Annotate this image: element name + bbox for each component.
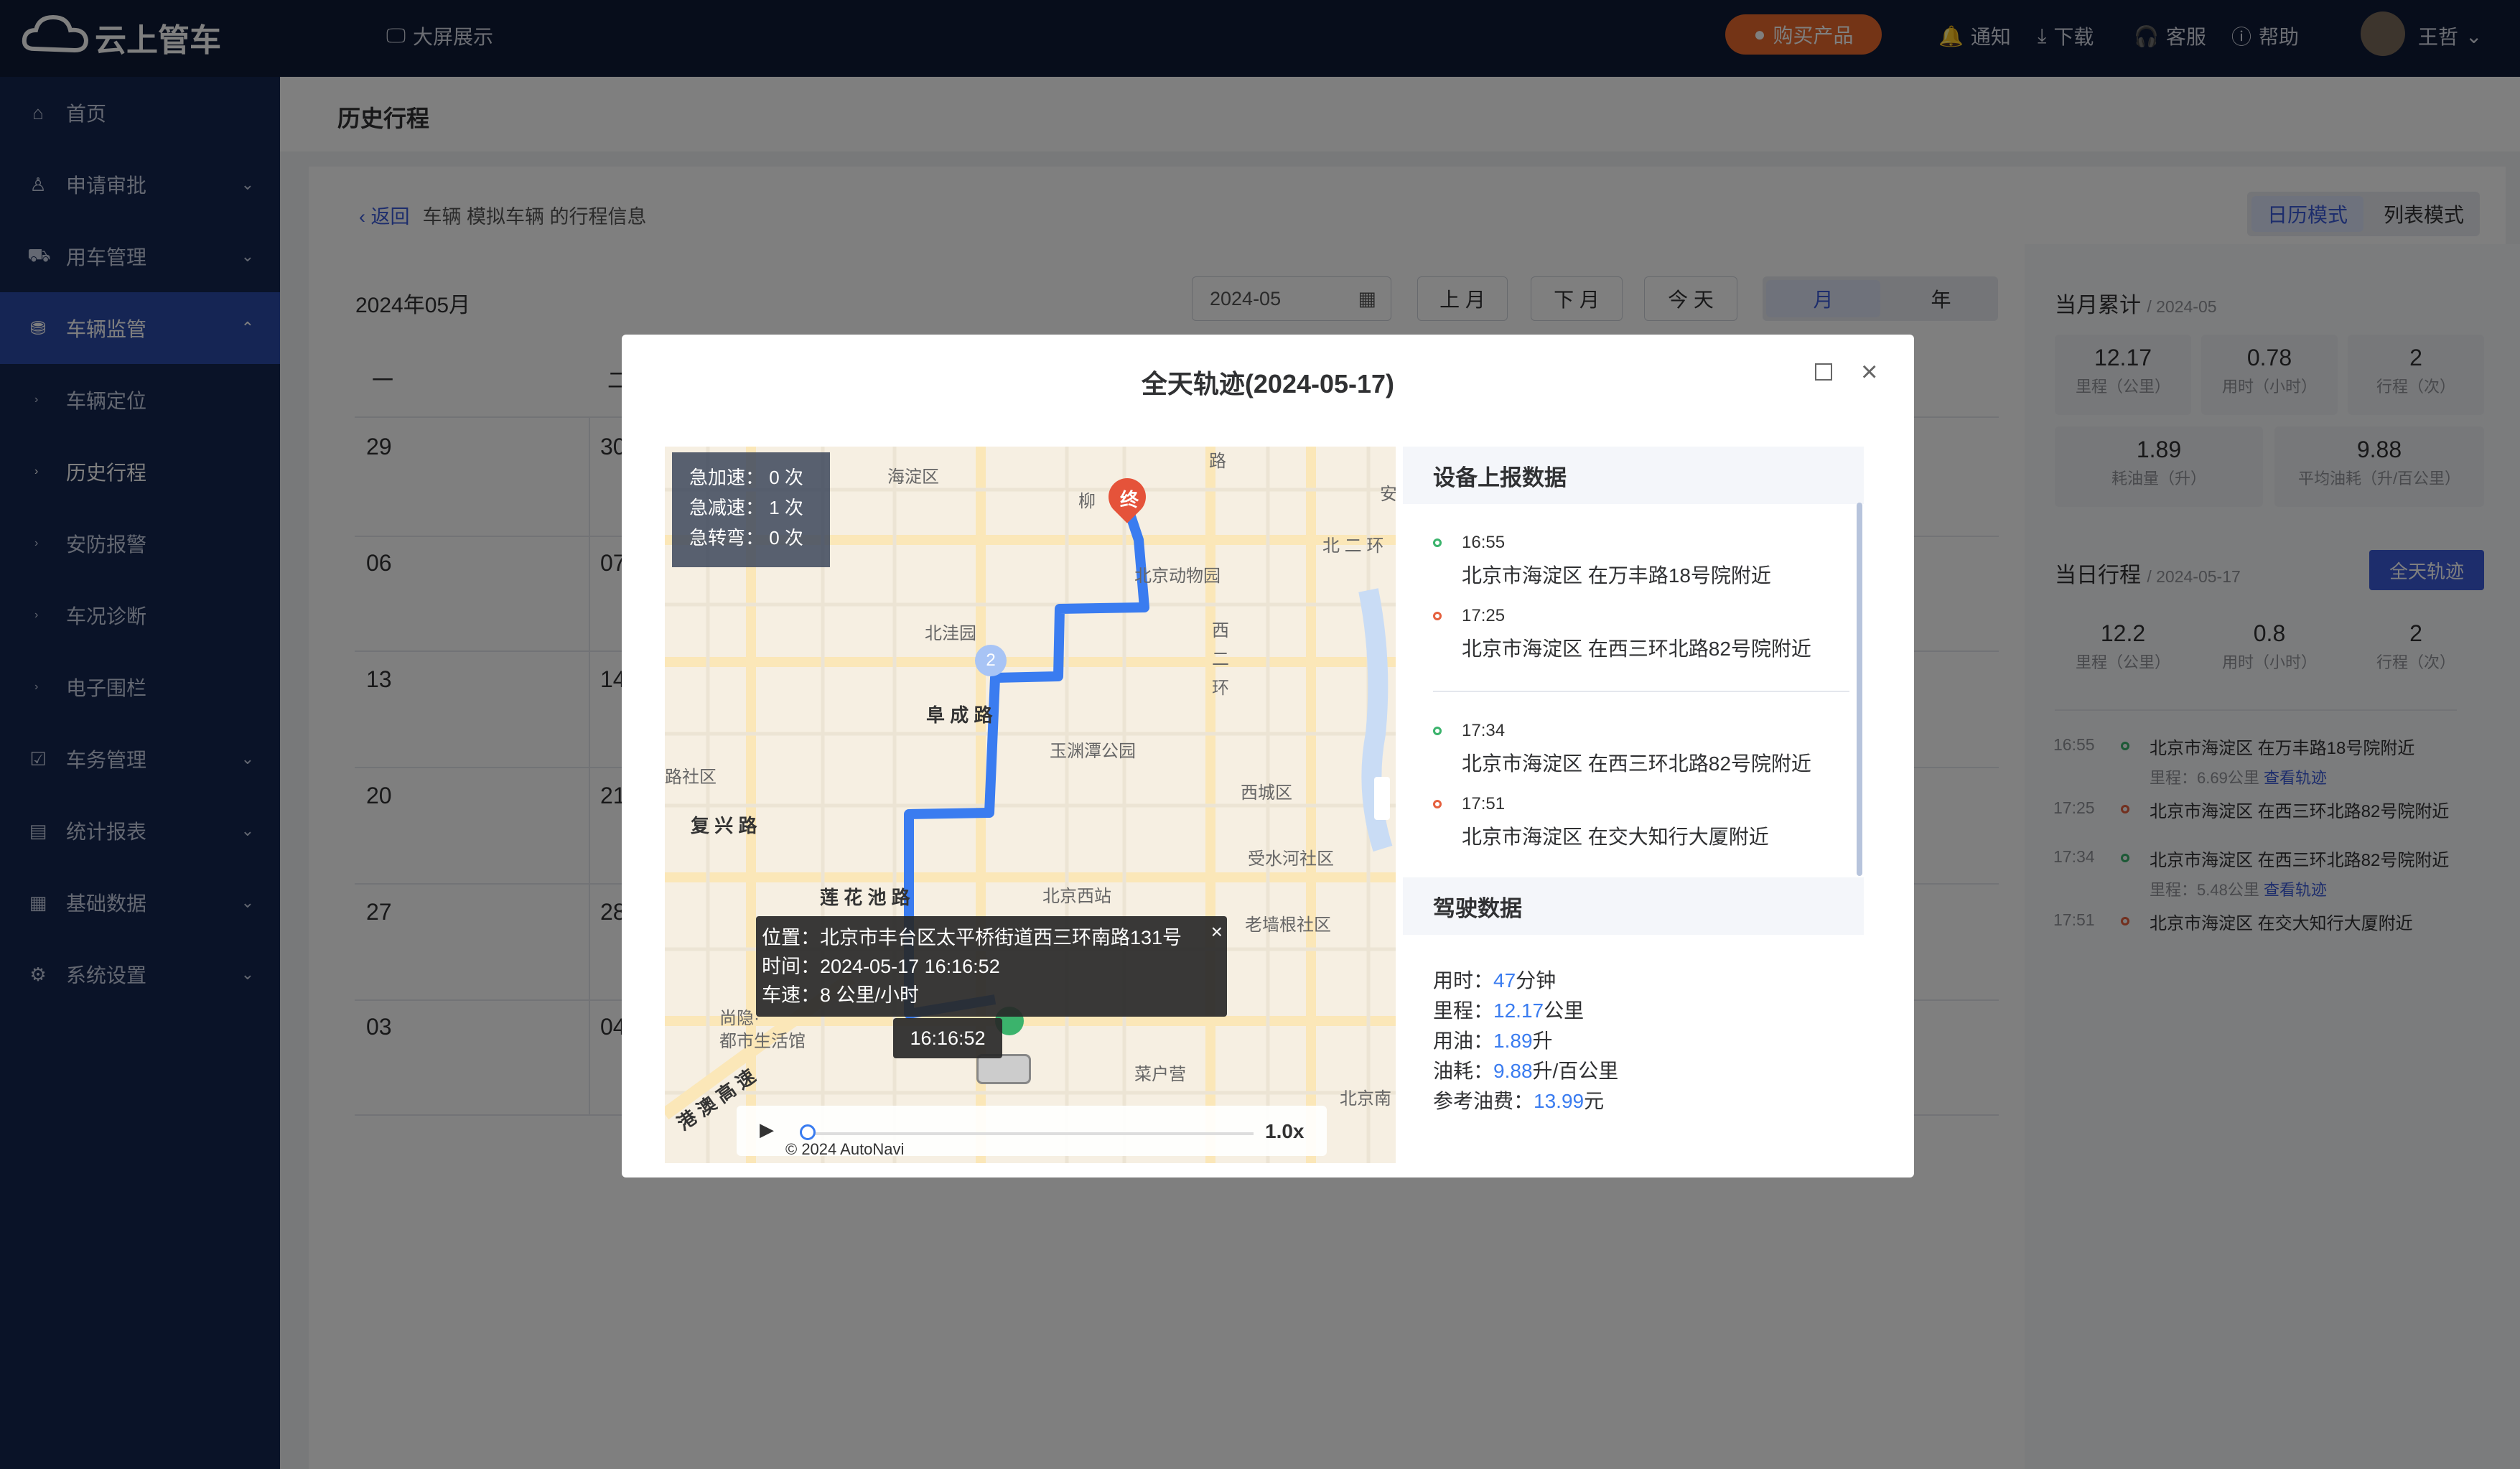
fuel-value: 1.89 — [1493, 1030, 1533, 1052]
mileage-value: 12.17 — [1493, 999, 1544, 1022]
map-label: 都市生活馆 — [719, 1032, 806, 1051]
time-chip: 16:16:52 — [893, 1018, 1002, 1058]
device-data-panel: 设备上报数据 16:55 北京市海淀区 在万丰路18号院附近 17:25 北京市… — [1403, 447, 1864, 1163]
map-label: 尚隐· — [719, 1009, 760, 1028]
event-time: 16:55 — [1462, 533, 1506, 552]
map-label: 安 — [1380, 485, 1396, 504]
end-marker-label: 终 — [1120, 489, 1139, 510]
map-label: 北京西站 — [1042, 887, 1111, 906]
driving-duration: 用时：47分钟 — [1433, 965, 1556, 994]
tooltip-time: 时间：2024-05-17 16:16:52 — [762, 956, 1000, 977]
map-label: 环 — [1212, 678, 1229, 698]
close-icon[interactable]: × — [1861, 356, 1877, 388]
cost-value: 13.99 — [1534, 1090, 1585, 1112]
duration-unit: 分钟 — [1516, 969, 1557, 992]
driving-data-header: 驾驶数据 — [1403, 877, 1864, 935]
map-label: 菜户营 — [1134, 1065, 1186, 1084]
consumption-label: 油耗： — [1433, 1060, 1494, 1082]
position-tooltip: 位置：北京市丰台区太平桥街道西三环南路131号 时间：2024-05-17 16… — [756, 916, 1227, 1017]
map-label: 路社区 — [665, 768, 717, 787]
panel-collapse-handle[interactable] — [1374, 777, 1390, 820]
consumption-unit: 升/百公里 — [1532, 1060, 1619, 1082]
end-dot-icon — [1433, 800, 1442, 808]
map-label: 北洼园 — [925, 624, 976, 643]
fuel-label: 用油： — [1433, 1030, 1494, 1052]
consumption-value: 9.88 — [1493, 1060, 1533, 1082]
map-label: 复 兴 路 — [691, 815, 757, 836]
map-copyright: © 2024 AutoNavi — [785, 1140, 905, 1158]
map-label: 莲 花 池 路 — [820, 887, 910, 908]
map-label: 北京南 — [1340, 1089, 1391, 1109]
map-label: 北京动物园 — [1134, 566, 1221, 586]
tooltip-location: 位置：北京市丰台区太平桥街道西三环南路131号 — [762, 927, 1182, 948]
tooltip-close-icon[interactable]: × — [1211, 918, 1223, 946]
map-label: 海淀区 — [887, 467, 939, 487]
play-icon[interactable]: ▶ — [760, 1119, 774, 1141]
map-label: 阜 成 路 — [926, 704, 993, 726]
playback-track[interactable] — [801, 1132, 1254, 1135]
event-time: 17:25 — [1462, 606, 1506, 625]
map-label: 老墙根社区 — [1245, 915, 1331, 935]
maximize-icon[interactable] — [1815, 363, 1832, 381]
cost-label: 参考油费： — [1433, 1090, 1534, 1112]
map-label: 玉渊潭公园 — [1050, 742, 1136, 761]
fuel-unit: 升 — [1532, 1030, 1553, 1052]
event-time: 17:34 — [1462, 721, 1506, 740]
modal-title: 全天轨迹(2024-05-17) — [1141, 369, 1395, 398]
duration-value: 47 — [1493, 969, 1516, 992]
driving-events-box: 急加速： 0 次 急减速： 1 次 急转弯： 0 次 — [672, 452, 830, 567]
mileage-label: 里程： — [1433, 999, 1494, 1022]
playback-slider[interactable] — [800, 1124, 816, 1140]
driving-mileage: 里程：12.17公里 — [1433, 995, 1584, 1024]
driving-cost: 参考油费：13.99元 — [1433, 1086, 1604, 1114]
map-view[interactable]: 急加速： 0 次 急减速： 1 次 急转弯： 0 次 海淀区 柳 北京动物园 北… — [665, 447, 1396, 1163]
event-address: 北京市海淀区 在万丰路18号院附近 — [1462, 564, 1771, 587]
hard-brake-count: 急减速： 1 次 — [689, 497, 803, 518]
vehicle-icon — [976, 1054, 1031, 1084]
waypoint-marker[interactable]: 2 — [975, 645, 1007, 676]
event-address: 北京市海淀区 在西三环北路82号院附近 — [1462, 638, 1811, 660]
driving-fuel: 用油：1.89升 — [1433, 1025, 1553, 1054]
duration-label: 用时： — [1433, 969, 1494, 992]
map-label: 路 — [1209, 452, 1226, 471]
start-dot-icon — [1433, 727, 1442, 735]
mileage-unit: 公里 — [1544, 999, 1585, 1022]
start-dot-icon — [1433, 538, 1442, 547]
event-divider — [1433, 691, 1849, 692]
playback-speed[interactable]: 1.0x — [1265, 1120, 1305, 1143]
device-report-header: 设备上报数据 — [1403, 447, 1864, 504]
tooltip-speed: 车速：8 公里/小时 — [762, 984, 920, 1006]
cost-unit: 元 — [1584, 1090, 1605, 1112]
map-label: 二 — [1212, 650, 1229, 669]
map-label: 柳 — [1078, 492, 1096, 511]
sharp-turn-count: 急转弯： 0 次 — [689, 527, 803, 549]
map-label: 西城区 — [1241, 783, 1292, 803]
end-dot-icon — [1433, 612, 1442, 620]
map-label: 西 — [1212, 621, 1229, 640]
event-time: 17:51 — [1462, 794, 1506, 813]
event-address: 北京市海淀区 在西三环北路82号院附近 — [1462, 752, 1811, 775]
hard-accel-count: 急加速： 0 次 — [689, 467, 803, 488]
driving-consumption: 油耗：9.88升/百公里 — [1433, 1055, 1618, 1084]
track-modal: 全天轨迹(2024-05-17) × 急加速： 0 次 急减速： 1 次 急转弯… — [622, 335, 1914, 1177]
map-label: 受水河社区 — [1248, 849, 1334, 869]
event-address: 北京市海淀区 在交大知行大厦附近 — [1462, 826, 1769, 848]
scrollbar[interactable] — [1857, 503, 1862, 876]
map-label: 北 二 环 — [1322, 536, 1384, 556]
